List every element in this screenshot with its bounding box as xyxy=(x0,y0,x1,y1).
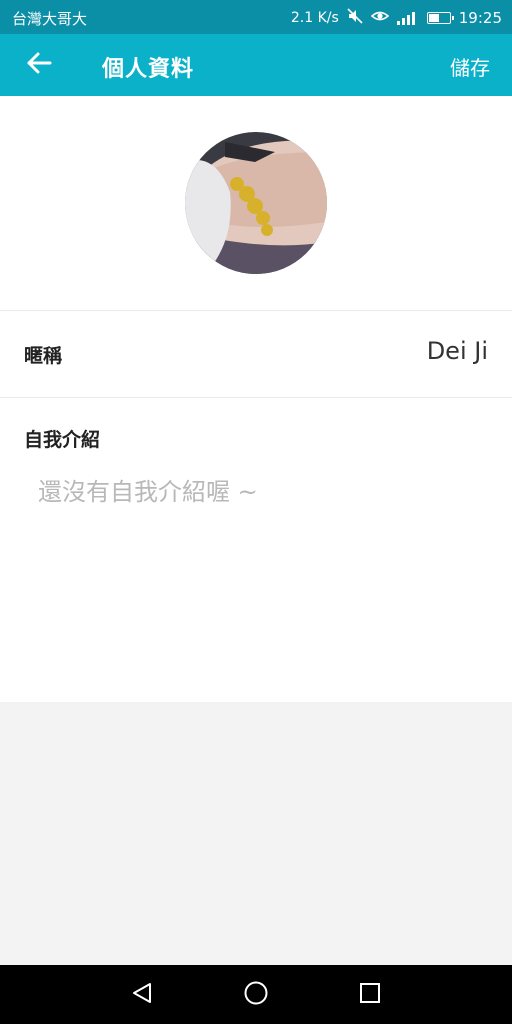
nav-recents-button[interactable] xyxy=(355,980,385,1010)
save-button[interactable]: 儲存 xyxy=(450,52,490,81)
nickname-label: 暱稱 xyxy=(24,345,63,367)
status-icons: 2.1 K/s 19:25 xyxy=(291,8,502,28)
app-bar: 個人資料 儲存 xyxy=(0,34,512,96)
network-speed: 2.1 K/s xyxy=(290,10,339,26)
divider xyxy=(0,310,512,311)
page-title: 個人資料 xyxy=(102,57,195,82)
divider xyxy=(0,397,512,398)
battery-level xyxy=(428,14,439,22)
carrier-name: 台灣大哥大 xyxy=(12,10,88,28)
eye-comfort-icon xyxy=(370,9,389,27)
status-bar: 台灣大哥大 2.1 K/s 19:25 xyxy=(0,0,512,34)
nav-home-button[interactable] xyxy=(241,980,271,1010)
clock: 19:25 xyxy=(458,9,502,27)
profile-card: 暱稱 Dei Ji 自我介紹 還沒有自我介紹喔 ~ xyxy=(0,96,512,702)
arrow-left-icon xyxy=(26,52,52,78)
back-triangle-icon xyxy=(131,981,153,1009)
avatar[interactable] xyxy=(185,132,327,274)
system-nav-bar xyxy=(0,965,512,1024)
intro-label: 自我介紹 xyxy=(24,429,101,451)
home-circle-icon xyxy=(243,980,269,1010)
signal-icon xyxy=(396,11,419,25)
recents-square-icon xyxy=(358,981,382,1009)
nickname-field[interactable]: Dei Ji xyxy=(427,337,488,365)
back-button[interactable] xyxy=(16,46,62,84)
intro-input[interactable]: 還沒有自我介紹喔 ~ xyxy=(38,472,258,507)
battery-icon xyxy=(426,12,454,24)
nav-back-button[interactable] xyxy=(127,980,157,1010)
mute-icon xyxy=(347,8,363,28)
